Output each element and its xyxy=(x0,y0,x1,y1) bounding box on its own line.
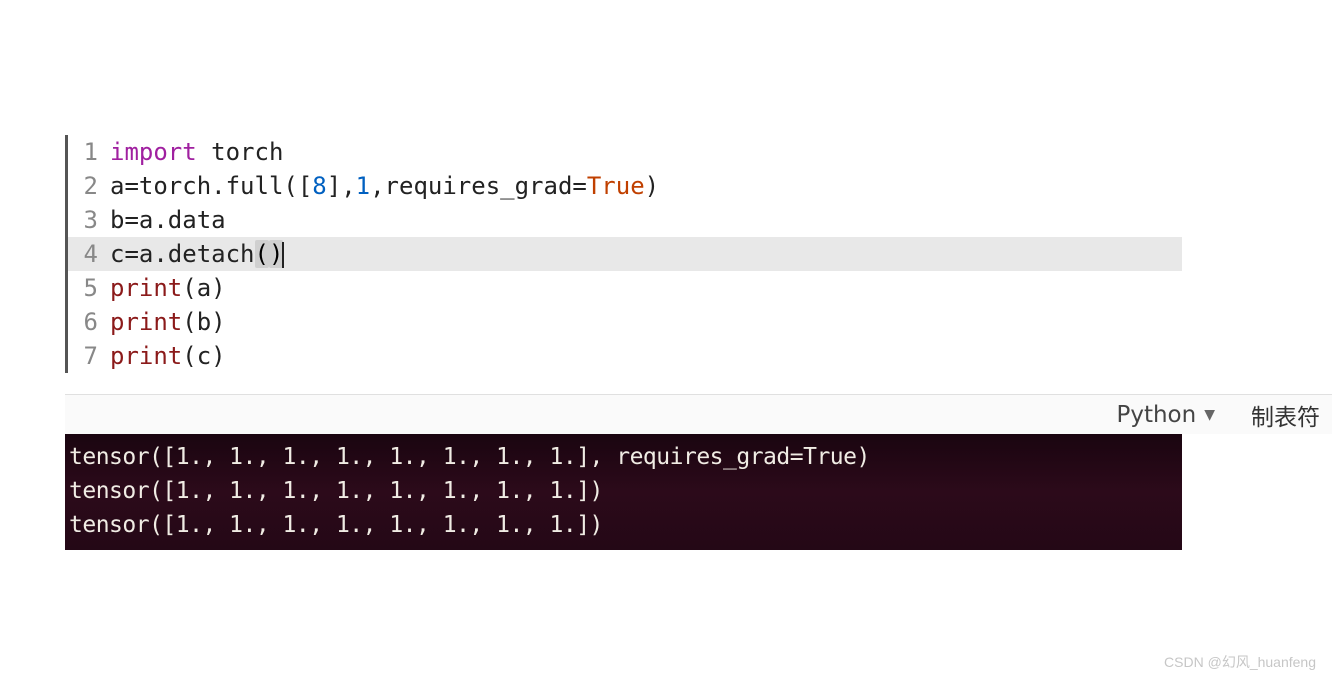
line-number: 2 xyxy=(65,169,110,203)
tab-width-label[interactable]: 制表符 xyxy=(1251,398,1320,432)
line-number: 7 xyxy=(65,339,110,373)
chevron-down-icon: ▼ xyxy=(1204,407,1215,423)
terminal-line: tensor([1., 1., 1., 1., 1., 1., 1., 1.]) xyxy=(69,474,1178,508)
status-bar: Python ▼ 制表符 xyxy=(65,394,1332,434)
code-line[interactable]: 1import torch xyxy=(65,135,1182,169)
line-number: 3 xyxy=(65,203,110,237)
code-line[interactable]: 6print(b) xyxy=(65,305,1182,339)
terminal-line: tensor([1., 1., 1., 1., 1., 1., 1., 1.]) xyxy=(69,508,1178,542)
text-cursor xyxy=(282,242,284,268)
line-content: b=a.data xyxy=(110,203,226,237)
code-line[interactable]: 7print(c) xyxy=(65,339,1182,373)
code-line[interactable]: 2a=torch.full([8],1,requires_grad=True) xyxy=(65,169,1182,203)
terminal-line: tensor([1., 1., 1., 1., 1., 1., 1., 1.],… xyxy=(69,440,1178,474)
line-number: 6 xyxy=(65,305,110,339)
line-content: print(c) xyxy=(110,339,226,373)
line-content: print(a) xyxy=(110,271,226,305)
language-selector[interactable]: Python ▼ xyxy=(1116,402,1215,428)
line-number: 5 xyxy=(65,271,110,305)
gutter-border xyxy=(65,135,68,373)
code-line[interactable]: 5print(a) xyxy=(65,271,1182,305)
code-line[interactable]: 3b=a.data xyxy=(65,203,1182,237)
line-content: a=torch.full([8],1,requires_grad=True) xyxy=(110,169,659,203)
line-content: print(b) xyxy=(110,305,226,339)
line-number: 1 xyxy=(65,135,110,169)
terminal-output[interactable]: tensor([1., 1., 1., 1., 1., 1., 1., 1.],… xyxy=(65,434,1182,550)
line-content: c=a.detach() xyxy=(110,237,284,271)
line-number: 4 xyxy=(65,237,110,271)
line-content: import torch xyxy=(110,135,283,169)
language-label: Python xyxy=(1116,402,1196,428)
code-line[interactable]: 4c=a.detach() xyxy=(65,237,1182,271)
watermark: CSDN @幻风_huanfeng xyxy=(1164,652,1316,672)
code-editor[interactable]: 1import torch2a=torch.full([8],1,require… xyxy=(65,135,1182,373)
